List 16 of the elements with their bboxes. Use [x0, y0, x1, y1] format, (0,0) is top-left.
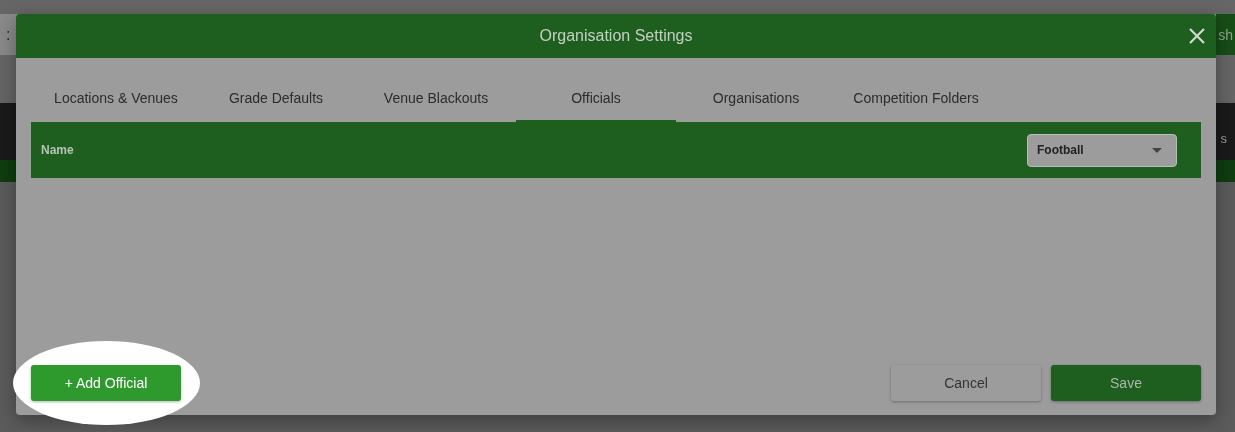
- settings-tab[interactable]: Venue Blackouts: [356, 76, 516, 122]
- top-button[interactable]: sh: [1216, 14, 1235, 55]
- settings-tab[interactable]: Locations & Venues: [36, 76, 196, 122]
- save-button[interactable]: Save: [1051, 365, 1201, 401]
- dialog-title: Organisation Settings: [539, 27, 693, 45]
- sport-dropdown[interactable]: Football: [1027, 133, 1177, 167]
- caret-icon: [1152, 147, 1162, 153]
- nav-text: s: [1220, 131, 1227, 146]
- add-official-button[interactable]: + Add Official: [31, 365, 181, 401]
- settings-tab[interactable]: Organisations: [676, 76, 836, 122]
- close-icon: [1189, 28, 1205, 44]
- settings-tab[interactable]: Competition Folders: [836, 76, 996, 122]
- settings-tab[interactable]: Grade Defaults: [196, 76, 356, 122]
- cancel-button[interactable]: Cancel: [891, 365, 1041, 401]
- time-text: :: [6, 25, 11, 44]
- column-header: Name: [41, 143, 74, 157]
